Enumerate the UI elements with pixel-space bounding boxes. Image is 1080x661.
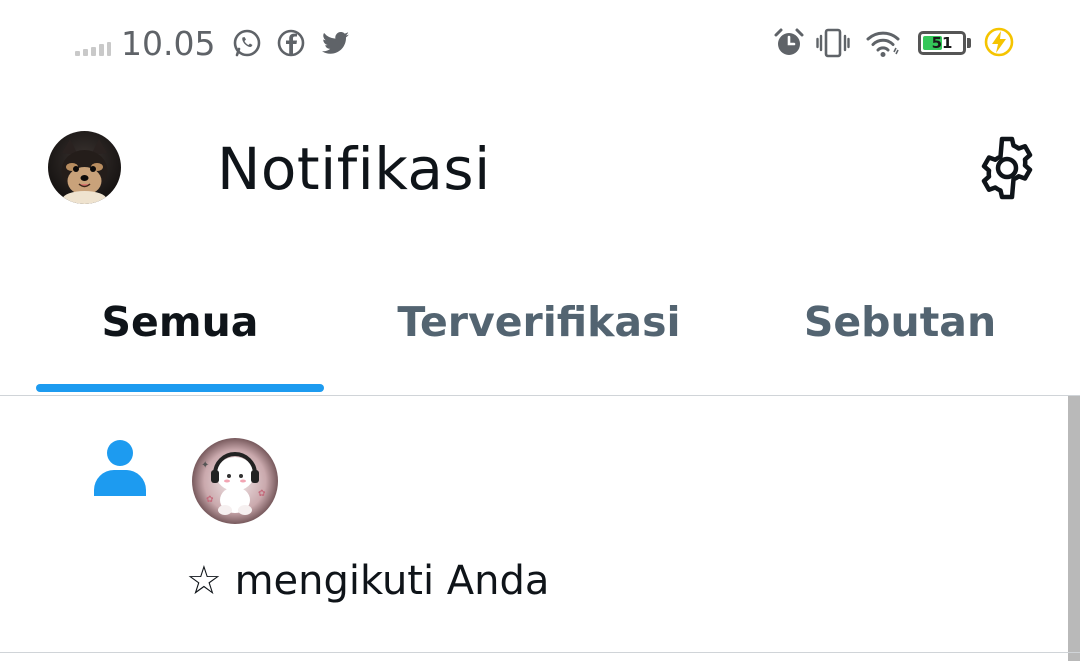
svg-text:✿: ✿	[206, 495, 214, 505]
header: Notifikasi	[0, 88, 1080, 248]
svg-text:✦: ✦	[201, 460, 209, 471]
tab-bar: Semua Terverifikasi Sebutan	[0, 270, 1080, 396]
alarm-icon	[774, 28, 804, 55]
profile-avatar[interactable]	[48, 131, 121, 204]
dog-avatar-image	[48, 131, 121, 204]
notification-item[interactable]: ✦ ✿ ✿ ☆ mengikuti Anda	[0, 396, 1068, 652]
battery-level: 51	[931, 34, 953, 52]
status-bar: 10.05 51	[0, 0, 1080, 88]
notification-text: ☆ mengikuti Anda	[186, 556, 549, 606]
screen: 10.05 51 Notifikasi Semua Terverifikasi …	[0, 0, 1080, 661]
status-time: 10.05	[121, 24, 216, 63]
wifi-icon	[866, 31, 900, 57]
follower-avatar-image: ✦ ✿ ✿	[192, 438, 278, 524]
person-icon	[94, 440, 146, 496]
star-symbol: ☆	[186, 558, 222, 604]
active-tab-indicator	[36, 384, 324, 392]
vibrate-icon	[816, 28, 850, 58]
follower-avatar[interactable]: ✦ ✿ ✿	[192, 438, 278, 524]
facebook-icon	[277, 29, 305, 57]
battery-icon: 51	[918, 31, 966, 55]
bottom-divider	[0, 652, 1080, 653]
notification-message: mengikuti Anda	[234, 558, 550, 604]
charging-icon	[984, 27, 1014, 57]
signal-strength-icon	[75, 40, 111, 56]
whatsapp-icon	[233, 29, 261, 57]
tab-semua[interactable]: Semua	[36, 292, 324, 352]
twitter-icon	[322, 31, 349, 54]
scrollbar[interactable]	[1068, 396, 1080, 661]
tab-sebutan[interactable]: Sebutan	[770, 292, 1030, 352]
battery-tip	[967, 38, 971, 48]
gear-icon[interactable]	[974, 135, 1040, 201]
tab-terverifikasi[interactable]: Terverifikasi	[378, 292, 700, 352]
page-title: Notifikasi	[217, 135, 491, 203]
svg-text:✿: ✿	[258, 489, 266, 499]
